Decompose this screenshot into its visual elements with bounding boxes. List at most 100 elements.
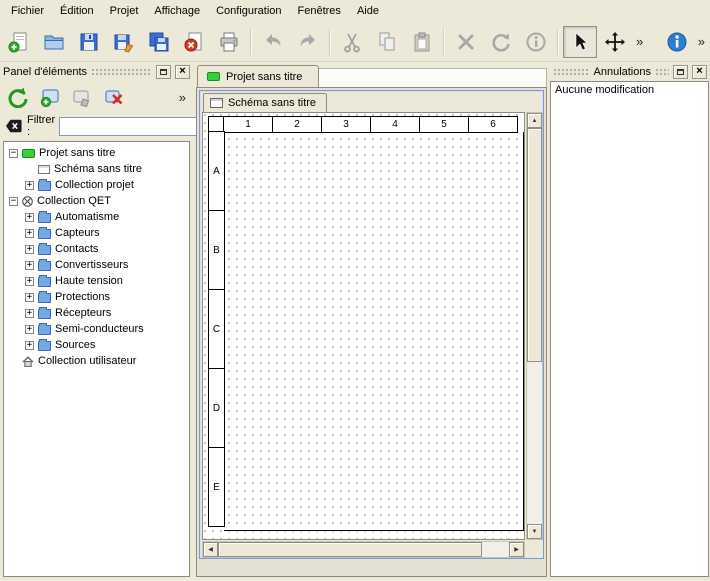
tree-item-project[interactable]: − Projet sans titre xyxy=(4,145,189,161)
tree-item-protections[interactable]: + Protections xyxy=(4,289,189,305)
menu-projet[interactable]: Projet xyxy=(102,1,147,21)
expander-icon[interactable]: + xyxy=(25,341,34,350)
delete-button[interactable] xyxy=(449,26,483,58)
reload-collections-button[interactable] xyxy=(4,83,32,111)
mdi-area: Schéma sans titre 1 2 3 4 5 xyxy=(196,87,547,577)
toolbar-separator xyxy=(329,29,331,55)
tree-item-automatisme[interactable]: + Automatisme xyxy=(4,209,189,225)
close-icon: × xyxy=(696,66,702,77)
about-button[interactable] xyxy=(660,26,694,58)
undo-empty-item[interactable]: Aucune modification xyxy=(555,84,704,96)
tree-item-collection-qet[interactable]: − Collection QET xyxy=(4,193,189,209)
menu-fenetres[interactable]: Fenêtres xyxy=(290,1,349,21)
dock-grip[interactable] xyxy=(91,67,152,76)
toolbar-overflow-button[interactable]: » xyxy=(633,35,646,48)
vertical-scrollbar[interactable]: ▲ ▼ xyxy=(526,112,543,540)
expander-icon[interactable]: − xyxy=(9,149,18,158)
scroll-right-button[interactable]: ▶ xyxy=(509,542,524,557)
mdi-center: Projet sans titre Schéma sans titre xyxy=(196,63,547,577)
undo-button[interactable] xyxy=(256,26,290,58)
close-panel-button[interactable]: × xyxy=(692,65,707,79)
select-arrow-icon xyxy=(569,31,591,53)
tree-item-haute-tension[interactable]: + Haute tension xyxy=(4,273,189,289)
save-as-button[interactable] xyxy=(107,26,141,58)
expander-icon[interactable]: + xyxy=(25,181,34,190)
paste-button[interactable] xyxy=(405,26,439,58)
row-header: C xyxy=(208,289,225,369)
project-tab[interactable]: Projet sans titre xyxy=(197,65,319,87)
clear-filter-button[interactable] xyxy=(5,117,23,135)
menu-aide[interactable]: Aide xyxy=(349,1,387,21)
expander-icon[interactable]: + xyxy=(25,261,34,270)
menu-edition[interactable]: Édition xyxy=(52,1,102,21)
select-tool-button[interactable] xyxy=(563,26,597,58)
menu-fichier[interactable]: Fichier xyxy=(3,1,52,21)
open-folder-icon xyxy=(43,31,65,53)
column-headers: 1 2 3 4 5 6 xyxy=(224,116,518,133)
info-gray-icon xyxy=(525,31,547,53)
save-all-button[interactable] xyxy=(142,26,176,58)
horizontal-scroll-thumb[interactable] xyxy=(218,542,482,557)
expander-icon[interactable]: + xyxy=(25,245,34,254)
rotate-icon xyxy=(490,31,512,53)
undo-history-list[interactable]: Aucune modification xyxy=(550,81,709,577)
paste-icon xyxy=(411,31,433,53)
scroll-left-button[interactable]: ◀ xyxy=(203,542,218,557)
expander-icon[interactable]: + xyxy=(25,213,34,222)
expander-icon[interactable]: + xyxy=(25,229,34,238)
float-panel-button[interactable] xyxy=(156,65,171,79)
scroll-down-button[interactable]: ▼ xyxy=(527,524,542,539)
edit-element-button[interactable] xyxy=(68,83,96,111)
tree-item-convertisseurs[interactable]: + Convertisseurs xyxy=(4,257,189,273)
diagram-viewport[interactable]: 1 2 3 4 5 6 A B C D xyxy=(202,112,525,540)
save-button[interactable] xyxy=(72,26,106,58)
tabbar-empty-area xyxy=(319,68,547,87)
tree-item-label: Sources xyxy=(55,339,95,351)
filter-label: Filtrer : xyxy=(27,114,55,138)
tree-item-collection-projet[interactable]: + Collection projet xyxy=(4,177,189,193)
filter-input[interactable] xyxy=(59,117,209,136)
expander-icon[interactable]: − xyxy=(9,197,18,206)
expander-icon[interactable]: + xyxy=(25,309,34,318)
tree-item-contacts[interactable]: + Contacts xyxy=(4,241,189,257)
tree-item-schema[interactable]: Schéma sans titre xyxy=(4,161,189,177)
tree-item-collection-utilisateur[interactable]: Collection utilisateur xyxy=(4,353,189,369)
dock-grip[interactable] xyxy=(553,67,590,76)
tree-item-capteurs[interactable]: + Capteurs xyxy=(4,225,189,241)
delete-element-button[interactable] xyxy=(100,83,128,111)
new-element-button[interactable] xyxy=(36,83,64,111)
expander-icon[interactable]: + xyxy=(25,293,34,302)
close-file-button[interactable] xyxy=(177,26,211,58)
expander-icon[interactable]: + xyxy=(25,325,34,334)
menu-affichage[interactable]: Affichage xyxy=(146,1,208,21)
new-file-button[interactable] xyxy=(2,26,36,58)
copy-button[interactable] xyxy=(370,26,404,58)
diagram-canvas[interactable] xyxy=(203,113,524,539)
float-panel-button[interactable] xyxy=(673,65,688,79)
rotate-button[interactable] xyxy=(484,26,518,58)
cut-button[interactable] xyxy=(335,26,369,58)
move-tool-button[interactable] xyxy=(598,26,632,58)
panel-overflow-button[interactable]: » xyxy=(176,91,189,104)
redo-button[interactable] xyxy=(291,26,325,58)
expander-icon[interactable]: + xyxy=(25,277,34,286)
horizontal-scrollbar[interactable]: ◀ ▶ xyxy=(202,541,525,558)
tree-item-semi-conducteurs[interactable]: + Semi-conducteurs xyxy=(4,321,189,337)
column-header: 5 xyxy=(419,116,469,133)
open-file-button[interactable] xyxy=(37,26,71,58)
close-panel-button[interactable]: × xyxy=(175,65,190,79)
schema-tab[interactable]: Schéma sans titre xyxy=(203,93,327,112)
folder-icon xyxy=(38,245,51,255)
dock-grip[interactable] xyxy=(655,67,669,76)
tree-item-recepteurs[interactable]: + Récepteurs xyxy=(4,305,189,321)
menu-configuration[interactable]: Configuration xyxy=(208,1,289,21)
tree-item-sources[interactable]: + Sources xyxy=(4,337,189,353)
print-button[interactable] xyxy=(212,26,246,58)
scroll-up-button[interactable]: ▲ xyxy=(527,113,542,128)
toolbar-extension-button[interactable]: » xyxy=(695,35,708,48)
undo-panel-titlebar[interactable]: Annulations × xyxy=(550,63,710,80)
vertical-scroll-thumb[interactable] xyxy=(527,128,542,362)
elements-panel-titlebar[interactable]: Panel d'éléments × xyxy=(0,63,193,80)
object-info-button[interactable] xyxy=(519,26,553,58)
elements-tree[interactable]: − Projet sans titre Schéma sans titre + … xyxy=(3,141,190,577)
